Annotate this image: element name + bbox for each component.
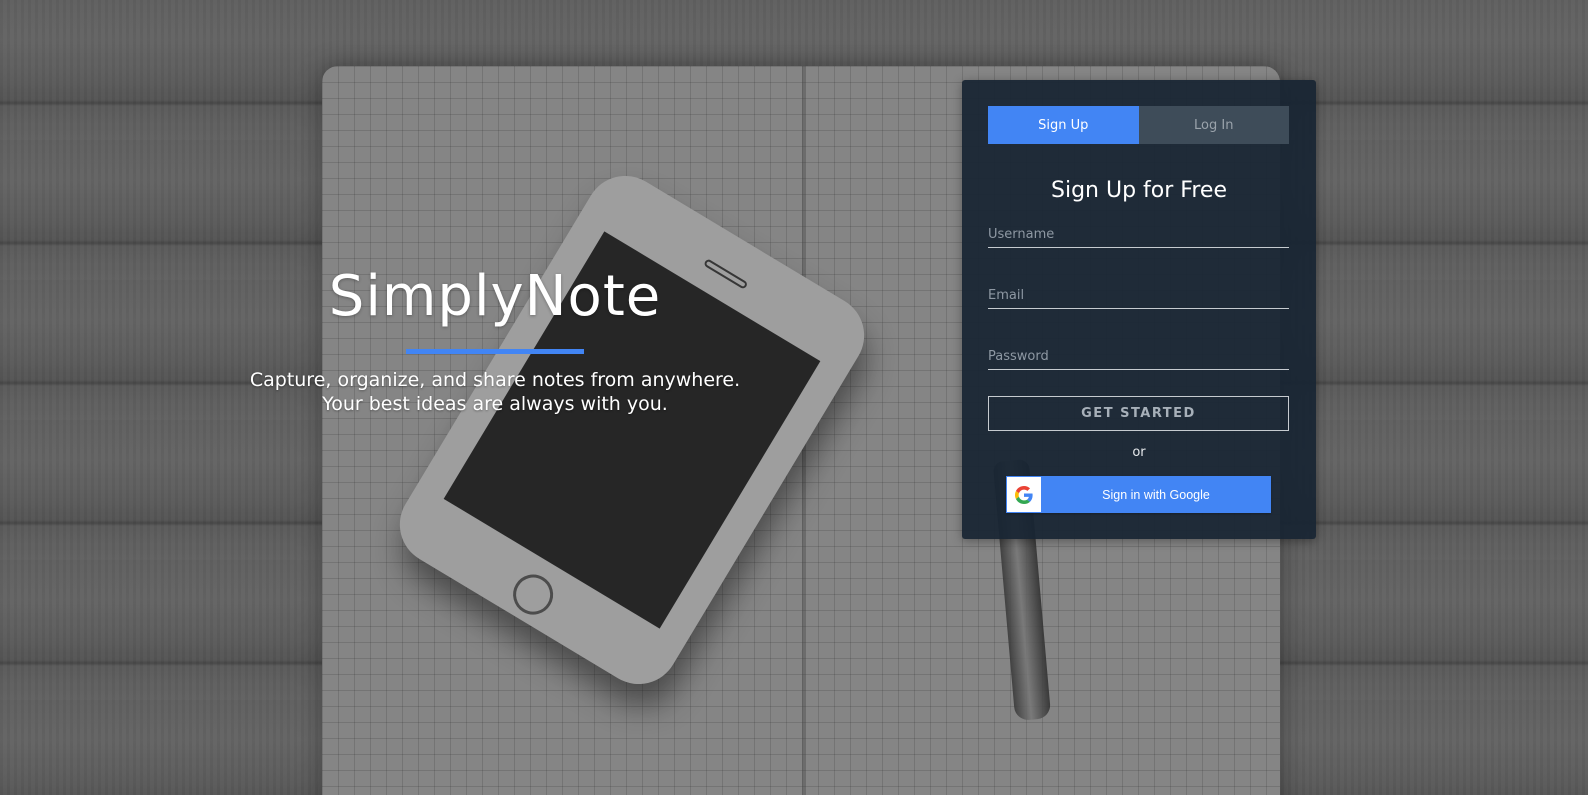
google-sign-in-button[interactable]: Sign in with Google: [1006, 476, 1271, 513]
tab-log-in[interactable]: Log In: [1138, 106, 1289, 144]
tagline-line-2: Your best ideas are always with you.: [322, 393, 668, 415]
hero-section: SimplyNote Capture, organize, and share …: [200, 262, 790, 416]
password-input[interactable]: [988, 344, 1289, 369]
username-field-wrapper: [988, 222, 1289, 248]
google-icon-container: [1007, 477, 1041, 512]
email-field-wrapper: [988, 283, 1289, 309]
tagline: Capture, organize, and share notes from …: [200, 368, 790, 416]
username-input[interactable]: [988, 222, 1289, 247]
google-sign-in-label: Sign in with Google: [1102, 487, 1210, 502]
get-started-button[interactable]: GET STARTED: [988, 396, 1289, 431]
google-g-icon: [1015, 485, 1033, 504]
auth-tabs: Sign Up Log In: [988, 106, 1289, 144]
brand-title: SimplyNote: [328, 264, 662, 329]
signup-panel: Sign Up Log In Sign Up for Free GET STAR…: [962, 80, 1316, 539]
password-field-wrapper: [988, 344, 1289, 370]
tagline-line-1: Capture, organize, and share notes from …: [249, 369, 741, 391]
or-divider: or: [1132, 445, 1146, 460]
form-title: Sign Up for Free: [1051, 178, 1227, 203]
email-input[interactable]: [988, 283, 1289, 308]
tab-sign-up[interactable]: Sign Up: [988, 106, 1139, 144]
title-underline: [406, 349, 584, 354]
